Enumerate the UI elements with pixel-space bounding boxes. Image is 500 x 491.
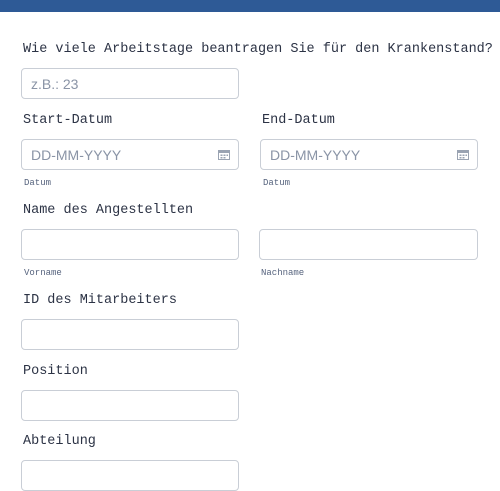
department-label: Abteilung [23, 434, 96, 449]
employee-id-label: ID des Mitarbeiters [23, 293, 177, 308]
calendar-icon[interactable] [457, 149, 469, 160]
first-name-input[interactable] [21, 229, 239, 260]
end-date-input[interactable] [260, 139, 478, 170]
employee-name-label: Name des Angestellten [23, 203, 194, 218]
calendar-icon[interactable] [218, 149, 230, 160]
employee-id-input[interactable] [21, 319, 239, 350]
end-date-sublabel: Datum [263, 178, 291, 188]
start-date-input[interactable] [21, 139, 239, 170]
department-input[interactable] [21, 460, 239, 491]
start-date-label: Start-Datum [23, 113, 113, 128]
position-label: Position [23, 364, 88, 379]
days-question-label: Wie viele Arbeitstage beantragen Sie für… [23, 42, 493, 57]
start-date-sublabel: Datum [24, 178, 52, 188]
last-name-input[interactable] [259, 229, 478, 260]
days-input[interactable] [21, 68, 239, 99]
last-name-sublabel: Nachname [261, 268, 305, 278]
header-bar [0, 0, 500, 12]
position-input[interactable] [21, 390, 239, 421]
first-name-sublabel: Vorname [24, 268, 62, 278]
end-date-label: End-Datum [262, 113, 335, 128]
